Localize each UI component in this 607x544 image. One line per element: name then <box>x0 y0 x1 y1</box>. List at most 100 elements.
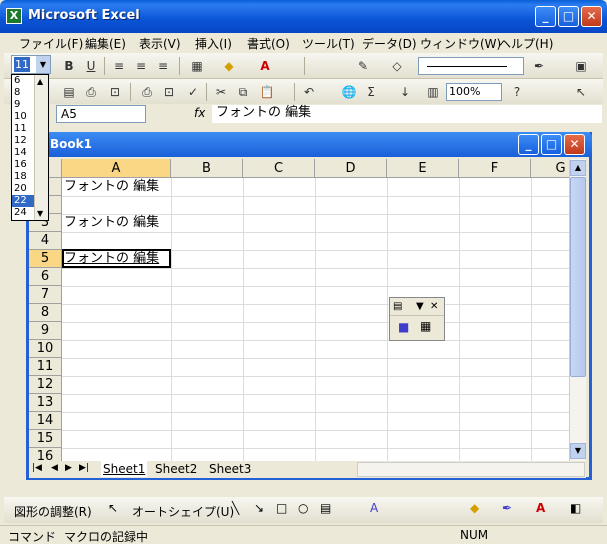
line-icon[interactable]: ╲ <box>232 501 239 515</box>
column-header-f[interactable]: F <box>459 159 531 178</box>
align-center-icon[interactable]: ≡ <box>132 57 150 75</box>
line-color-icon[interactable]: ✒ <box>502 501 512 515</box>
column-header-e[interactable]: E <box>387 159 459 178</box>
font-size-select[interactable]: 11 ▼ <box>11 55 51 74</box>
zoom-select[interactable]: 100% <box>446 83 502 101</box>
font-size-option[interactable]: 14 <box>12 147 34 159</box>
row-header[interactable]: 5 <box>29 250 62 268</box>
fx-label[interactable]: fx <box>194 106 205 120</box>
tab-sheet2[interactable]: Sheet2 <box>153 461 199 477</box>
tab-sheet3[interactable]: Sheet3 <box>207 461 253 477</box>
fill-color-icon[interactable]: ◆ <box>470 501 479 515</box>
row-header[interactable]: 4 <box>29 232 62 250</box>
chevron-down-icon[interactable]: ▼ <box>36 56 50 73</box>
underline-button[interactable]: U <box>82 57 100 75</box>
menu-file[interactable]: ファイル(F) <box>19 35 83 52</box>
print-icon[interactable]: ⎙ <box>138 83 156 101</box>
pen-icon[interactable]: ✎ <box>354 57 372 75</box>
adjust-shapes-menu[interactable]: 図形の調整(R) <box>14 503 92 520</box>
menu-view[interactable]: 表示(V) <box>139 35 181 52</box>
scroll-down-icon[interactable]: ▼ <box>570 443 586 459</box>
fill-color-icon[interactable]: ◆ <box>220 57 238 75</box>
column-header-d[interactable]: D <box>315 159 387 178</box>
font-size-option-selected[interactable]: 22 <box>12 195 34 207</box>
borders-icon[interactable]: ▦ <box>188 57 206 75</box>
font-size-option[interactable]: 8 <box>12 87 34 99</box>
row-header[interactable]: 10 <box>29 340 62 358</box>
font-size-option[interactable]: 6 <box>12 75 34 87</box>
font-size-option[interactable]: 12 <box>12 135 34 147</box>
menu-window[interactable]: ウィンドウ(W) <box>420 35 501 52</box>
scroll-up-icon[interactable]: ▲ <box>570 160 586 176</box>
chevron-down-icon[interactable]: ▼ <box>416 298 424 316</box>
align-right-icon[interactable]: ≡ <box>154 57 172 75</box>
book-minimize-button[interactable]: _ <box>518 134 539 155</box>
font-size-option[interactable]: 16 <box>12 159 34 171</box>
menu-tools[interactable]: ツール(T) <box>302 35 355 52</box>
paste-icon[interactable]: 📋 <box>258 83 276 101</box>
column-header-c[interactable]: C <box>243 159 315 178</box>
sort-ascending-icon[interactable]: ↓ <box>396 83 414 101</box>
menu-format[interactable]: 書式(O) <box>247 35 290 52</box>
font-size-option[interactable]: 20 <box>12 183 34 195</box>
menu-insert[interactable]: 挿入(I) <box>195 35 232 52</box>
minimize-button[interactable]: _ <box>535 6 556 27</box>
hyperlink-icon[interactable]: 🌐 <box>340 83 358 101</box>
close-icon[interactable]: ✕ <box>430 298 438 316</box>
maximize-button[interactable]: □ <box>558 6 579 27</box>
print-preview-icon[interactable]: ⊡ <box>106 83 124 101</box>
autosum-icon[interactable]: Σ <box>362 83 380 101</box>
column-header-a[interactable]: A <box>62 159 171 178</box>
bold-button[interactable]: B <box>60 57 78 75</box>
book-maximize-button[interactable]: □ <box>541 134 562 155</box>
cut-icon[interactable]: ✂ <box>212 83 230 101</box>
line-style-select[interactable] <box>418 57 524 75</box>
textbox-icon[interactable]: ▤ <box>320 501 331 515</box>
row-header[interactable]: 12 <box>29 376 62 394</box>
copy-format-icon[interactable]: ▣ <box>572 57 590 75</box>
font-size-option[interactable]: 11 <box>12 123 34 135</box>
row-header[interactable]: 6 <box>29 268 62 286</box>
dropdown-scrollbar[interactable]: ▲ ▼ <box>34 75 48 220</box>
align-left-icon[interactable]: ≡ <box>110 57 128 75</box>
menu-data[interactable]: データ(D) <box>362 35 417 52</box>
scroll-up-icon[interactable]: ▲ <box>37 77 43 86</box>
save-icon[interactable]: ▤ <box>60 83 78 101</box>
rectangle-icon[interactable]: □ <box>276 501 287 515</box>
font-color-icon[interactable]: A <box>256 57 274 75</box>
select-objects-icon[interactable]: ↖ <box>572 83 590 101</box>
spelling-icon[interactable]: ✓ <box>184 83 202 101</box>
close-button[interactable]: ✕ <box>581 6 602 27</box>
row-header[interactable]: 13 <box>29 394 62 412</box>
copy-icon[interactable]: ⧉ <box>234 83 252 101</box>
name-box[interactable]: A5 <box>56 105 146 123</box>
autoshape-menu[interactable]: オートシェイプ(U) <box>132 503 234 520</box>
print-icon[interactable]: ⎙ <box>82 83 100 101</box>
3d-icon[interactable]: ◧ <box>570 501 581 515</box>
font-size-option[interactable]: 24 <box>12 207 34 219</box>
prev-sheet-icon[interactable]: ◀ <box>51 463 58 473</box>
arrow-icon[interactable]: ↘ <box>254 501 264 515</box>
select-objects-icon[interactable]: ↖ <box>108 501 118 515</box>
row-header[interactable]: 8 <box>29 304 62 322</box>
oval-icon[interactable]: ○ <box>298 501 308 515</box>
row-header[interactable]: 11 <box>29 358 62 376</box>
first-sheet-icon[interactable]: |◀ <box>32 463 42 473</box>
line-color-icon[interactable]: ✒ <box>530 57 548 75</box>
chart-wizard-icon[interactable]: ▥ <box>424 83 442 101</box>
row-header[interactable]: 15 <box>29 430 62 448</box>
tab-sheet1[interactable]: Sheet1 <box>101 461 148 477</box>
cell-a3[interactable]: フォントの 編集 <box>64 214 159 232</box>
font-color-icon[interactable]: A <box>536 501 545 515</box>
undo-icon[interactable]: ↶ <box>300 83 318 101</box>
help-icon[interactable]: ? <box>508 83 526 101</box>
next-sheet-icon[interactable]: ▶ <box>65 463 72 473</box>
floating-toolbar[interactable]: ▤ ▼ ✕ ■ ▦ <box>389 297 445 341</box>
grid-icon[interactable]: ▦ <box>420 319 431 333</box>
square-icon[interactable]: ■ <box>398 320 409 334</box>
vertical-scrollbar[interactable]: ▲ ▼ <box>569 159 586 461</box>
cell-a1[interactable]: フォントの 編集 <box>64 178 159 196</box>
spreadsheet-grid[interactable]: A B C D E F G 1 2 3 4 5 6 7 8 9 10 11 12… <box>29 159 569 461</box>
font-size-option[interactable]: 9 <box>12 99 34 111</box>
eraser-icon[interactable]: ◇ <box>388 57 406 75</box>
